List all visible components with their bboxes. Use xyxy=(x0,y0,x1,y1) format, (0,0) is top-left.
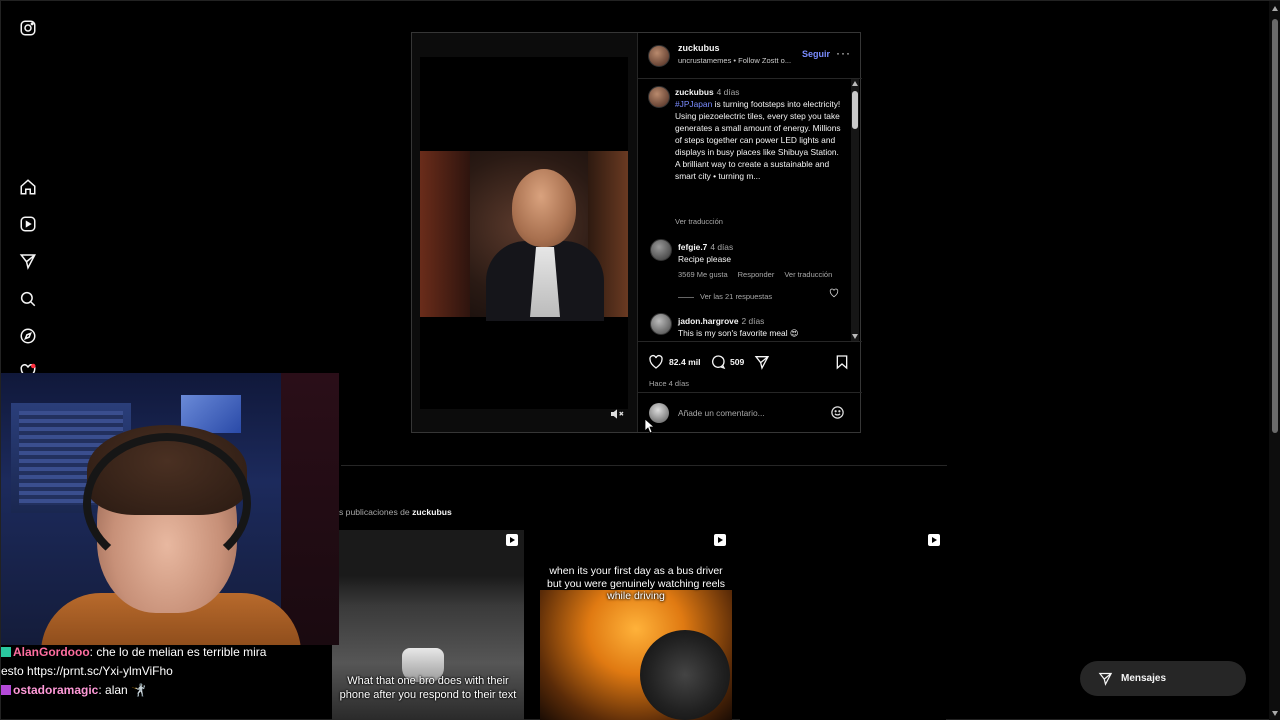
add-comment-bar xyxy=(638,392,862,432)
thumbnail-caption-1: when its your first day as a bus driver xyxy=(549,565,723,577)
chat-message: AlanGordooo: che lo de melian es terribl… xyxy=(1,643,331,662)
comment-text: This is my son's favorite meal 😍 xyxy=(678,328,799,338)
more-posts-username[interactable]: zuckubus xyxy=(412,507,452,517)
stream-chat-overlay: AlanGordooo: che lo de melian es terribl… xyxy=(1,643,331,703)
explore-icon[interactable] xyxy=(18,326,38,346)
comments-list[interactable]: zuckubus 4 días #JPJapan is turning foots… xyxy=(638,79,862,341)
comment-username[interactable]: jadon.hargrove xyxy=(678,316,739,326)
follow-button[interactable]: Seguir xyxy=(802,49,830,59)
caption-text-1: is turning footsteps into electricity! xyxy=(712,99,841,109)
messages-label: Mensajes xyxy=(1121,673,1167,684)
caption-text-2: Using piezoelectric tiles, every step yo… xyxy=(675,111,841,181)
comment-icon[interactable] xyxy=(710,354,726,370)
home-icon[interactable] xyxy=(18,177,38,197)
page-scrollbar[interactable] xyxy=(1269,1,1280,720)
comment-text: Recipe please xyxy=(678,254,732,264)
thumbnail-caption-2: but you were genuinely watching reels wh… xyxy=(546,577,726,603)
reel-icon xyxy=(714,534,726,546)
chat-badge-icon xyxy=(1,685,11,695)
messages-button[interactable]: Mensajes xyxy=(1080,661,1246,696)
post-caption: zuckubus 4 días #JPJapan is turning foots… xyxy=(675,86,841,182)
instagram-logo-icon[interactable] xyxy=(18,18,38,38)
search-icon[interactable] xyxy=(18,289,38,309)
chat-text: : alan 🤺 xyxy=(98,683,146,697)
comment-item: fefgie.7 4 días Recipe please xyxy=(678,241,828,265)
comment-avatar[interactable] xyxy=(650,313,672,335)
comment-likes[interactable]: 3569 Me gusta xyxy=(678,270,728,279)
reels-icon[interactable] xyxy=(18,214,38,234)
post-modal: zuckubus uncrustamemes • Follow Zostt o.… xyxy=(411,32,862,433)
comment-time: 2 días xyxy=(741,316,765,326)
reel-icon xyxy=(506,534,518,546)
chat-badge-icon xyxy=(1,647,11,657)
comment-meta: 3569 Me gusta Responder Ver traducción xyxy=(678,270,842,279)
comment-username[interactable]: fefgie.7 xyxy=(678,242,707,252)
more-post-thumbnail[interactable]: What that one bro does with their phone … xyxy=(332,530,524,720)
caption-hashtag[interactable]: #JPJapan xyxy=(675,99,712,109)
mute-icon[interactable] xyxy=(609,406,625,422)
post-header: zuckubus uncrustamemes • Follow Zostt o.… xyxy=(638,33,862,79)
caption-username[interactable]: zuckubus xyxy=(675,87,714,97)
thumbnail-caption: when its your first day as a bus driver … xyxy=(540,565,732,603)
more-post-thumbnail[interactable] xyxy=(740,530,946,720)
video-frame xyxy=(420,151,628,321)
webcam-overlay xyxy=(1,373,339,645)
direct-icon[interactable] xyxy=(18,251,38,271)
more-posts-prefix: s publicaciones de xyxy=(339,507,413,517)
comment-reply-link[interactable]: Responder xyxy=(738,270,775,279)
comment-avatar[interactable] xyxy=(650,239,672,261)
caption-translate-link[interactable]: Ver traducción xyxy=(675,217,723,226)
chat-message: ostadoramagic: alan 🤺 xyxy=(1,681,331,700)
comment-count[interactable]: 509 xyxy=(730,357,744,367)
caption-avatar[interactable] xyxy=(648,86,670,108)
chat-username: AlanGordooo xyxy=(13,645,90,659)
app-window: zuckubus uncrustamemes • Follow Zostt o.… xyxy=(0,0,1280,720)
save-icon[interactable] xyxy=(834,354,850,370)
video-pane xyxy=(412,33,637,432)
comment-translate-link[interactable]: Ver traducción xyxy=(784,270,832,279)
comment-like-icon[interactable] xyxy=(829,285,839,298)
like-count[interactable]: 82.4 mil xyxy=(669,357,701,367)
like-icon[interactable] xyxy=(648,354,664,370)
author-username[interactable]: zuckubus xyxy=(678,43,720,53)
post-video[interactable] xyxy=(420,57,628,409)
chat-text: esto https://prnt.sc/Yxi-ylmViFho xyxy=(1,664,173,678)
mouse-cursor-icon xyxy=(644,418,656,434)
share-icon[interactable] xyxy=(754,354,770,370)
view-replies-link[interactable]: Ver las 21 respuestas xyxy=(678,292,772,301)
emoji-icon[interactable] xyxy=(830,405,845,420)
post-side-pane: zuckubus uncrustamemes • Follow Zostt o.… xyxy=(637,33,862,432)
more-post-thumbnail[interactable]: when its your first day as a bus driver … xyxy=(540,530,732,720)
chat-message: esto https://prnt.sc/Yxi-ylmViFho xyxy=(1,662,331,681)
thumbnail-caption: What that one bro does with their phone … xyxy=(339,675,517,701)
post-actions: 82.4 mil 509 Hace 4 días xyxy=(638,341,862,391)
more-posts-heading: s publicaciones de zuckubus xyxy=(339,507,452,517)
comments-scrollbar[interactable] xyxy=(851,79,859,341)
chat-text: : che lo de melian es terrible mira xyxy=(89,645,267,659)
chat-username: ostadoramagic xyxy=(13,683,99,697)
comment-input[interactable] xyxy=(678,403,828,423)
more-options-icon[interactable]: ··· xyxy=(836,46,851,60)
direct-icon xyxy=(1098,672,1113,686)
reel-icon xyxy=(928,534,940,546)
author-avatar[interactable] xyxy=(648,45,670,67)
post-date: Hace 4 días xyxy=(649,379,690,388)
caption-time: 4 días xyxy=(716,87,740,97)
comment-time: 4 días xyxy=(710,242,734,252)
author-audio-subtitle[interactable]: uncrustamemes • Follow Zostt o... xyxy=(678,56,791,65)
comment-item: jadon.hargrove 2 días This is my son's fa… xyxy=(678,315,828,339)
section-divider xyxy=(341,465,947,466)
